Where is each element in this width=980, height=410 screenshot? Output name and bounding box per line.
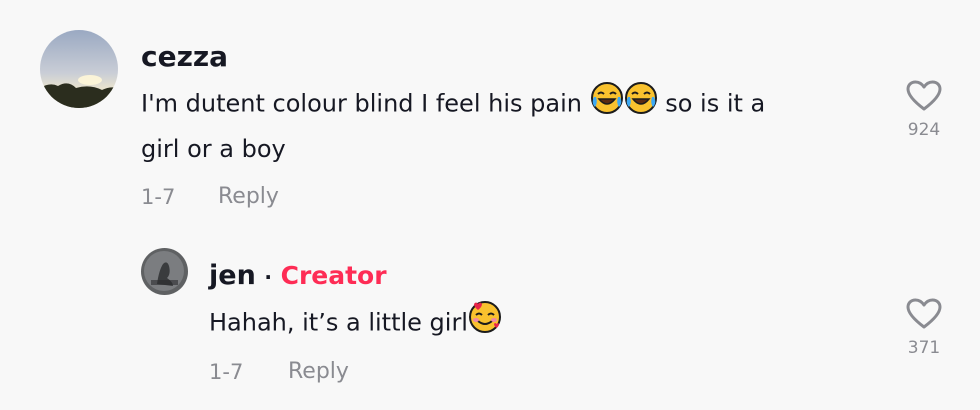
like-count: 924 [907,120,941,140]
separator-dot: · [264,265,272,289]
like-count: 371 [907,338,941,358]
reply-header: jen · Creator [209,258,387,295]
face-with-tears-of-joy-icon [624,81,658,128]
comment-date: 1-7 [141,185,176,209]
creator-badge: Creator [280,261,387,290]
comment-text: I'm dutent colour blind I feel his pain … [141,81,861,170]
reply-button[interactable]: Reply [288,359,349,384]
comment-username[interactable]: cezza [141,40,228,73]
comment-text-part2: so is it a [665,89,766,118]
reply-like-button[interactable]: 371 [894,298,954,358]
avatar-image [141,248,188,295]
reply-button[interactable]: Reply [218,184,279,209]
reply-text: Hahah, it’s a little girl [209,300,849,347]
reply-date: 1-7 [209,360,244,384]
comment-text-line2: girl or a boy [141,135,286,163]
avatar[interactable] [40,30,118,108]
heart-icon [906,80,942,111]
smiling-face-with-hearts-icon [468,300,502,347]
avatar-image [40,30,118,108]
reply-avatar[interactable] [141,248,188,295]
reply-username[interactable]: jen [209,260,256,291]
like-button[interactable]: 924 [894,80,954,140]
face-with-tears-of-joy-icon [590,81,624,128]
comment-text-part1: I'm dutent colour blind I feel his pain [141,89,582,118]
reply-text-content: Hahah, it’s a little girl [209,308,468,337]
heart-icon [906,298,942,329]
